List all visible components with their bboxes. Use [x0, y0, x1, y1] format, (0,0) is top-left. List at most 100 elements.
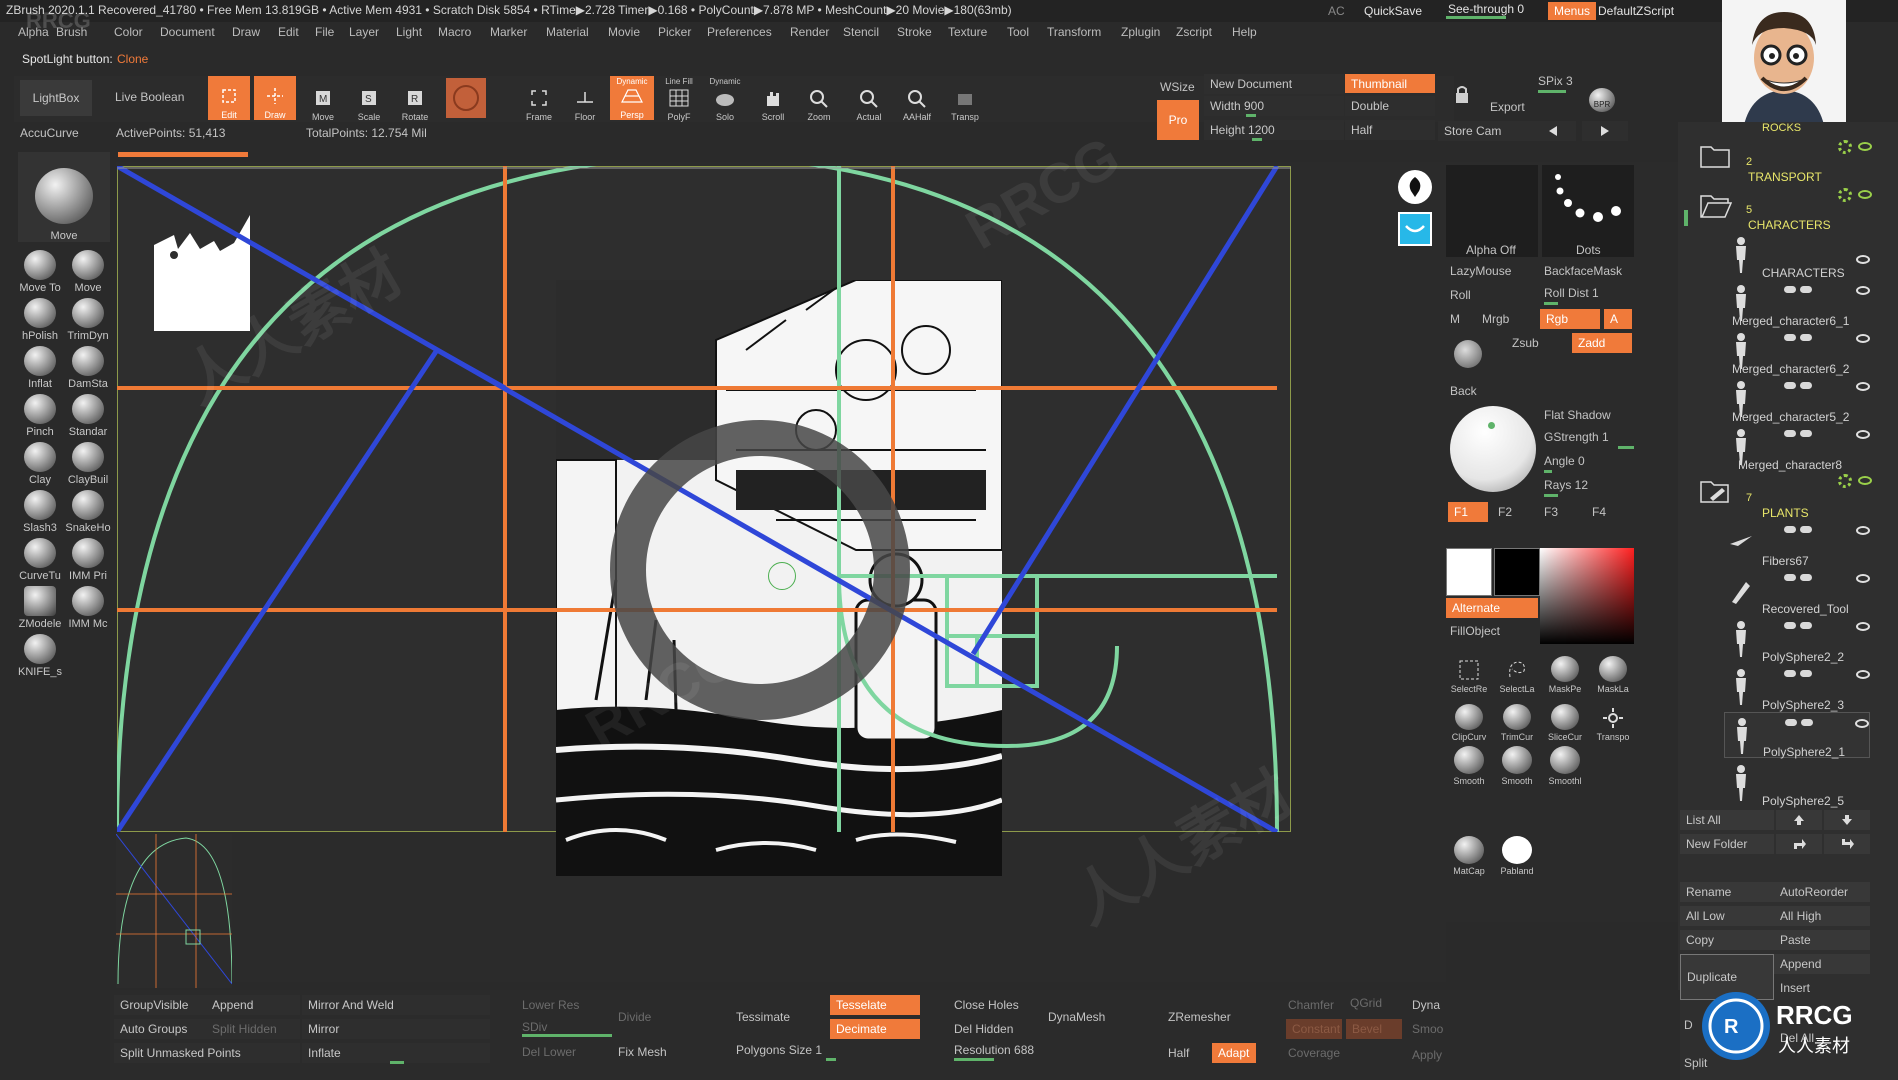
menu-edit[interactable]: Edit — [278, 25, 299, 39]
secondary-color-swatch[interactable] — [1494, 548, 1540, 596]
double-button[interactable]: Double — [1345, 96, 1435, 116]
subtool-scrollbar[interactable] — [1684, 210, 1688, 226]
tesselate-button[interactable]: Tesselate — [830, 995, 920, 1015]
floor-button[interactable]: Floor — [562, 76, 608, 122]
menu-stroke[interactable]: Stroke — [897, 25, 932, 39]
f1-button[interactable]: F1 — [1448, 502, 1488, 522]
gear-icon[interactable] — [1838, 474, 1852, 488]
autoreorder-button[interactable]: AutoReorder — [1774, 882, 1870, 902]
mask-pen-tool[interactable]: MaskPe — [1542, 648, 1588, 694]
scroll-button[interactable]: Scroll — [750, 76, 796, 122]
mirror-weld-button[interactable]: Mirror And Weld — [302, 995, 490, 1015]
subtool-item[interactable]: Fibers67 — [1724, 520, 1870, 568]
coverage-slider[interactable]: Coverage — [1288, 1046, 1340, 1060]
menu-zscript[interactable]: Zscript — [1176, 25, 1212, 39]
zadd-button[interactable]: Zadd — [1572, 333, 1632, 353]
solo-button[interactable]: Dynamic Solo — [702, 76, 748, 122]
alternate-button[interactable]: Alternate — [1446, 598, 1538, 618]
lightbox-button[interactable]: LightBox — [20, 80, 92, 116]
lazymouse-button[interactable]: LazyMouse — [1450, 264, 1511, 278]
brush-move[interactable]: Move — [64, 246, 112, 294]
light-sphere[interactable] — [1450, 406, 1536, 492]
brush-claybuildup[interactable]: ClayBuil — [64, 438, 112, 486]
bpr-button[interactable]: BPR — [1584, 76, 1620, 114]
select-rect-tool[interactable]: SelectRe — [1446, 648, 1492, 694]
brush-damstandard[interactable]: DamSta — [64, 342, 112, 390]
brush-curvetube[interactable]: CurveTu — [16, 534, 64, 582]
smooth-brush-3[interactable]: Smoothl — [1542, 740, 1588, 786]
bevel-button[interactable]: Bevel — [1346, 1019, 1402, 1039]
subtool-toggles[interactable] — [1784, 430, 1844, 438]
brush-imm-primitives[interactable]: IMM Pri — [64, 534, 112, 582]
menu-render[interactable]: Render — [790, 25, 829, 39]
subtool-toggles[interactable] — [1784, 286, 1844, 294]
divide-button[interactable]: Divide — [618, 1010, 651, 1024]
subtool-item[interactable]: PolySphere2_3 — [1724, 664, 1870, 712]
folder-edit-icon[interactable] — [1700, 476, 1732, 504]
gear-icon[interactable] — [1838, 188, 1852, 202]
menu-draw[interactable]: Draw — [232, 25, 260, 39]
split-unmasked-button[interactable]: Split Unmasked Points — [114, 1043, 300, 1063]
dyna-button[interactable]: Dyna — [1412, 998, 1440, 1012]
actual-button[interactable]: Actual — [846, 76, 892, 122]
f3-button[interactable]: F3 — [1544, 505, 1558, 519]
subtool-toggles[interactable] — [1784, 670, 1844, 678]
menus-button[interactable]: Menus — [1548, 2, 1597, 20]
brush-trimdynamic[interactable]: TrimDyn — [64, 294, 112, 342]
aahalf-button[interactable]: AAHalf — [894, 76, 940, 122]
brush-slash3[interactable]: Slash3 — [16, 486, 64, 534]
subtool-item[interactable]: PolySphere2_2 — [1724, 616, 1870, 664]
delete-button[interactable]: D — [1684, 1018, 1693, 1032]
eye-icon[interactable] — [1856, 430, 1870, 439]
mirror-button[interactable]: Mirror — [302, 1019, 490, 1039]
color-swatch-button[interactable] — [446, 78, 486, 118]
color-picker[interactable] — [1540, 548, 1634, 644]
thumbnail-button[interactable]: Thumbnail — [1345, 74, 1435, 93]
pabland-material[interactable]: Pabland — [1494, 830, 1540, 876]
spix-slider[interactable]: SPix 3 — [1538, 74, 1573, 88]
split-hidden-button[interactable]: Split Hidden — [206, 1019, 300, 1039]
apply-button[interactable]: Apply — [1412, 1048, 1442, 1062]
f2-button[interactable]: F2 — [1498, 505, 1512, 519]
del-hidden-button[interactable]: Del Hidden — [954, 1022, 1013, 1036]
rgb-button[interactable]: Rgb — [1540, 309, 1600, 329]
roll-button[interactable]: Roll — [1450, 288, 1471, 302]
resolution-slider[interactable]: Resolution 688 — [954, 1043, 1034, 1057]
lower-res-button[interactable]: Lower Res — [522, 998, 579, 1012]
brush-knife[interactable]: KNIFE_s — [16, 630, 64, 678]
quicksave-button[interactable]: QuickSave — [1364, 4, 1422, 18]
cyan-material-icon[interactable] — [1398, 212, 1432, 246]
eye-icon[interactable] — [1858, 190, 1872, 199]
draw-button[interactable]: Draw — [254, 76, 296, 120]
append-button[interactable]: Append — [1774, 954, 1870, 974]
subtool-toggles[interactable] — [1784, 574, 1844, 582]
subtool-item[interactable]: Merged_character8 — [1724, 424, 1870, 472]
transpose-tool[interactable]: Transpo — [1590, 696, 1636, 742]
brush-hpolish[interactable]: hPolish — [16, 294, 64, 342]
select-lasso-tool[interactable]: SelectLa — [1494, 648, 1540, 694]
eye-icon[interactable] — [1856, 334, 1870, 343]
half-toggle[interactable]: Half — [1168, 1046, 1189, 1060]
chamfer-button[interactable]: Chamfer — [1288, 998, 1334, 1012]
groupvisible-button[interactable]: GroupVisible — [114, 995, 210, 1015]
pro-button[interactable]: Pro — [1157, 100, 1199, 140]
menu-layer[interactable]: Layer — [349, 25, 379, 39]
decimate-button[interactable]: Decimate — [830, 1019, 920, 1039]
edit-button[interactable]: Edit — [208, 76, 250, 120]
eye-icon[interactable] — [1856, 382, 1870, 391]
persp-button[interactable]: Dynamic Persp — [610, 76, 654, 120]
clip-curve-tool[interactable]: ClipCurv — [1446, 696, 1492, 742]
brush-clay[interactable]: Clay — [16, 438, 64, 486]
subtool-toggles[interactable] — [1785, 719, 1845, 727]
subtool-item[interactable]: CHARACTERS — [1724, 232, 1870, 280]
menu-color[interactable]: Color — [114, 25, 143, 39]
new-folder-button[interactable]: New Folder — [1680, 834, 1774, 854]
wsize-button[interactable]: WSize — [1160, 80, 1195, 94]
brush-preview-icon[interactable] — [1398, 170, 1432, 204]
brush-move-topological[interactable]: Move To — [16, 246, 64, 294]
f4-button[interactable]: F4 — [1592, 505, 1606, 519]
menu-tool[interactable]: Tool — [1007, 25, 1029, 39]
brush-imm-mech[interactable]: IMM Mc — [64, 582, 112, 630]
eye-icon[interactable] — [1856, 526, 1870, 535]
eye-icon[interactable] — [1858, 476, 1872, 485]
